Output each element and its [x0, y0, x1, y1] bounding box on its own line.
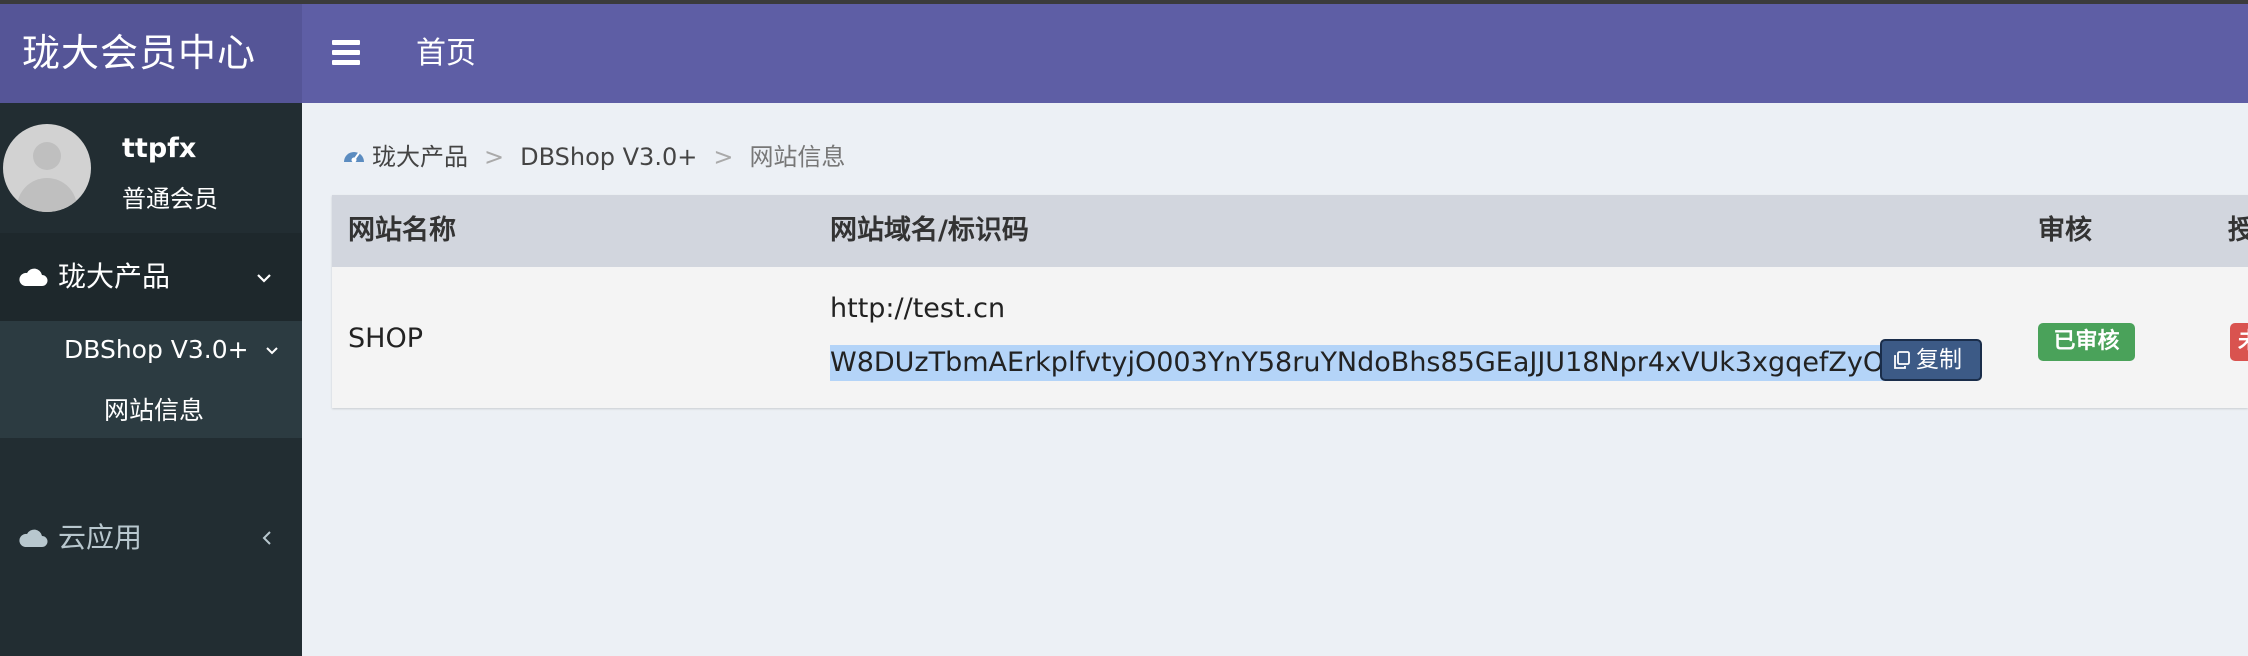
dashboard-icon	[344, 152, 364, 163]
copy-button[interactable]: 复制	[1880, 339, 1982, 381]
review-status-badge: 已审核	[2038, 323, 2135, 361]
chevron-down-icon	[257, 274, 271, 283]
table-header: 网站名称 网站域名/标识码 审核 授	[332, 195, 2248, 267]
hamburger-menu-icon[interactable]	[332, 40, 360, 66]
nav-home-link[interactable]: 首页	[416, 4, 476, 103]
cloud-icon	[19, 268, 48, 286]
column-header-auth: 授	[2228, 215, 2248, 246]
app-logo-text: 珑大会员中心	[22, 31, 257, 75]
sidebar-subitem-label: DBShop V3.0+	[64, 335, 249, 364]
chevron-down-icon	[265, 347, 278, 355]
breadcrumb-separator: >	[484, 143, 505, 171]
top-navbar: 首页	[302, 4, 2248, 103]
sidebar-item-label: 珑大产品	[58, 260, 171, 293]
breadcrumb-current: 网站信息	[749, 143, 846, 171]
breadcrumb-item[interactable]: DBShop V3.0+	[520, 143, 697, 171]
auth-status-badge: 未	[2230, 323, 2248, 361]
breadcrumb: 珑大产品 > DBShop V3.0+ > 网站信息	[342, 137, 845, 172]
sidebar-item-label: 云应用	[58, 521, 143, 554]
sidebar-subitem-dbshop[interactable]: DBShop V3.0+	[64, 335, 279, 364]
site-name-cell: SHOP	[348, 323, 423, 354]
copy-icon	[1894, 351, 1910, 369]
chevron-left-icon	[262, 531, 271, 545]
breadcrumb-separator: >	[713, 143, 734, 171]
main-content: 珑大产品 > DBShop V3.0+ > 网站信息 网站名称 网站域名/标识码 审核 …	[302, 103, 2248, 656]
user-role: 普通会员	[122, 185, 218, 213]
app-logo[interactable]: 珑大会员中心	[0, 4, 302, 103]
sidebar-item-products[interactable]: 珑大产品	[0, 233, 302, 321]
sidebar: ttpfx 普通会员 珑大产品 DBShop V3.0+ 网站信息 云应用	[0, 103, 302, 656]
user-panel: ttpfx 普通会员	[0, 103, 302, 233]
avatar	[3, 124, 91, 212]
sidebar-item-cloud-apps[interactable]: 云应用	[0, 494, 302, 582]
site-domain: http://test.cn	[830, 293, 1006, 324]
sidebar-subitem-site-info[interactable]: 网站信息	[104, 391, 204, 427]
cloud-icon	[19, 529, 48, 547]
breadcrumb-item[interactable]: 珑大产品	[372, 143, 468, 171]
user-name: ttpfx	[122, 133, 197, 164]
column-header-review: 审核	[2038, 215, 2092, 246]
site-table: 网站名称 网站域名/标识码 审核 授 SHOP http://test.cn W…	[332, 195, 2248, 408]
sidebar-submenu: DBShop V3.0+ 网站信息	[0, 321, 302, 438]
site-identifier-code[interactable]: W8DUzTbmAErkplfvtyjO003YnY58ruYNdoBhs85G…	[830, 345, 1885, 381]
column-header-domain: 网站域名/标识码	[830, 215, 1029, 246]
column-header-site-name: 网站名称	[348, 215, 456, 246]
copy-button-label: 复制	[1916, 347, 1962, 373]
